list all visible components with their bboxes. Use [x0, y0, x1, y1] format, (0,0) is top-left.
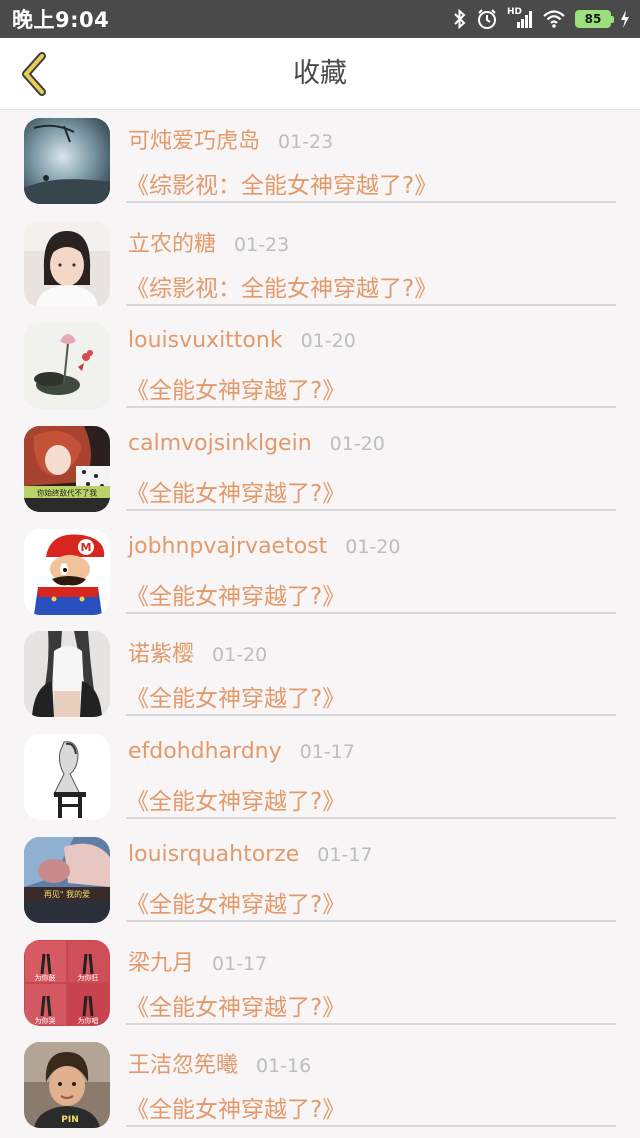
favorites-list: 可炖爱巧虎岛 01-23 《综影视：全能女神穿越了?》 立农的糖 01-23 《… [0, 111, 640, 1138]
list-item[interactable]: 立农的糖 01-23 《综影视：全能女神穿越了?》 [0, 214, 640, 317]
status-icons: HD 85 [453, 7, 630, 30]
user-name[interactable]: 可炖爱巧虎岛 [128, 123, 260, 155]
book-title[interactable]: 《全能女神穿越了?》 [126, 782, 345, 816]
user-name[interactable]: calmvojsinklgein [128, 431, 312, 456]
date-label: 01-20 [345, 535, 401, 558]
avatar[interactable] [24, 220, 110, 307]
user-name[interactable]: 诺紫樱 [128, 636, 194, 668]
avatar-caption: 为你鼓 [35, 973, 56, 982]
avatar[interactable]: 再见" 我的爱 [24, 836, 110, 923]
user-name[interactable]: 王洁忽筅曦 [128, 1047, 238, 1079]
item-info: louisrquahtorze 01-17 《全能女神穿越了?》 [126, 830, 616, 922]
book-title[interactable]: 《全能女神穿越了?》 [126, 474, 345, 508]
item-info: calmvojsinklgein 01-20 《全能女神穿越了?》 [126, 419, 616, 512]
user-name[interactable]: efdohdhardny [128, 739, 282, 764]
avatar[interactable] [24, 734, 110, 821]
battery-level: 85 [584, 12, 602, 26]
avatar[interactable] [24, 118, 110, 204]
date-label: 01-17 [317, 843, 373, 866]
item-info: 诺紫樱 01-20 《全能女神穿越了?》 [126, 624, 616, 717]
list-item[interactable]: 可炖爱巧虎岛 01-23 《综影视：全能女神穿越了?》 [0, 111, 640, 214]
date-label: 01-23 [234, 233, 290, 256]
date-label: 01-23 [278, 131, 334, 153]
avatar[interactable] [24, 323, 110, 410]
item-info: 可炖爱巧虎岛 01-23 《综影视：全能女神穿越了?》 [126, 111, 616, 203]
nav-bar: 收藏 [0, 38, 640, 110]
list-item[interactable]: louisvuxittonk 01-20 《全能女神穿越了?》 [0, 316, 640, 419]
user-name[interactable]: louisrquahtorze [128, 842, 299, 867]
avatar-caption: 为你哭 [35, 1016, 56, 1025]
avatar[interactable]: M [24, 528, 110, 615]
list-item[interactable]: 你始终敌代不了我 calmvojsinklgein 01-20 《全能女神穿越了… [0, 419, 640, 522]
date-label: 01-20 [300, 330, 356, 353]
list-item[interactable]: 诺紫樱 01-20 《全能女神穿越了?》 [0, 624, 640, 727]
book-title[interactable]: 《全能女神穿越了?》 [126, 885, 345, 919]
avatar[interactable]: 你始终敌代不了我 [24, 426, 110, 513]
item-info: 王洁忽筅曦 01-16 《全能女神穿越了?》 [126, 1035, 616, 1128]
avatar-caption: 你始终敌代不了我 [37, 488, 97, 498]
list-item[interactable]: 为你鼓 为你狂 为你哭 为你唱 梁九月 01-17 《全能女神穿越了?》 [0, 933, 640, 1036]
wifi-icon [543, 10, 565, 28]
user-name[interactable]: 立农的糖 [128, 226, 216, 258]
user-name[interactable]: 梁九月 [128, 945, 194, 977]
date-label: 01-20 [329, 433, 385, 456]
book-title[interactable]: 《全能女神穿越了?》 [126, 679, 345, 713]
date-label: 01-16 [256, 1055, 312, 1078]
user-name[interactable]: louisvuxittonk [128, 328, 283, 353]
avatar-caption: 再见" 我的爱 [44, 889, 90, 899]
status-time: 晚上9:04 [12, 8, 110, 32]
item-info: louisvuxittonk 01-20 《全能女神穿越了?》 [126, 316, 616, 409]
avatar-caption: 为你狂 [78, 973, 99, 982]
signal-icon: HD [507, 7, 533, 29]
list-item[interactable]: 再见" 我的爱 louisrquahtorze 01-17 《全能女神穿越了?》 [0, 830, 640, 933]
book-title[interactable]: 《全能女神穿越了?》 [126, 577, 345, 611]
book-title[interactable]: 《综影视：全能女神穿越了?》 [126, 166, 437, 200]
list-item[interactable]: efdohdhardny 01-17 《全能女神穿越了?》 [0, 727, 640, 830]
charging-icon [621, 10, 629, 28]
avatar[interactable]: PIN [24, 1042, 110, 1129]
avatar[interactable]: 为你鼓 为你狂 为你哭 为你唱 [24, 939, 110, 1026]
avatar-caption: 为你唱 [78, 1016, 99, 1025]
list-item[interactable]: PIN 王洁忽筅曦 01-16 《全能女神穿越了?》 [0, 1035, 640, 1138]
status-bar: 晚上9:04 HD 85 [0, 0, 640, 38]
avatar[interactable] [24, 631, 110, 718]
battery-icon: 85 [575, 10, 614, 28]
svg-text:M: M [81, 541, 92, 554]
item-info: jobhnpvajrvaetost 01-20 《全能女神穿越了?》 [126, 522, 616, 614]
book-title[interactable]: 《综影视：全能女神穿越了?》 [126, 269, 437, 303]
bluetooth-icon [454, 9, 466, 29]
item-info: 梁九月 01-17 《全能女神穿越了?》 [126, 933, 616, 1025]
user-name[interactable]: jobhnpvajrvaetost [128, 534, 327, 559]
date-label: 01-20 [212, 644, 268, 667]
date-label: 01-17 [212, 952, 268, 975]
alarm-icon [478, 9, 496, 29]
avatar-caption: PIN [61, 1115, 78, 1125]
book-title[interactable]: 《全能女神穿越了?》 [126, 1090, 345, 1124]
book-title[interactable]: 《全能女神穿越了?》 [126, 371, 345, 405]
item-info: 立农的糖 01-23 《综影视：全能女神穿越了?》 [126, 214, 616, 306]
item-info: efdohdhardny 01-17 《全能女神穿越了?》 [126, 727, 616, 820]
page-title: 收藏 [293, 58, 347, 89]
book-title[interactable]: 《全能女神穿越了?》 [126, 988, 345, 1022]
date-label: 01-17 [299, 741, 355, 764]
list-item[interactable]: M jobhnpvajrvaetost 01-20 《全能女神穿越了?》 [0, 522, 640, 625]
